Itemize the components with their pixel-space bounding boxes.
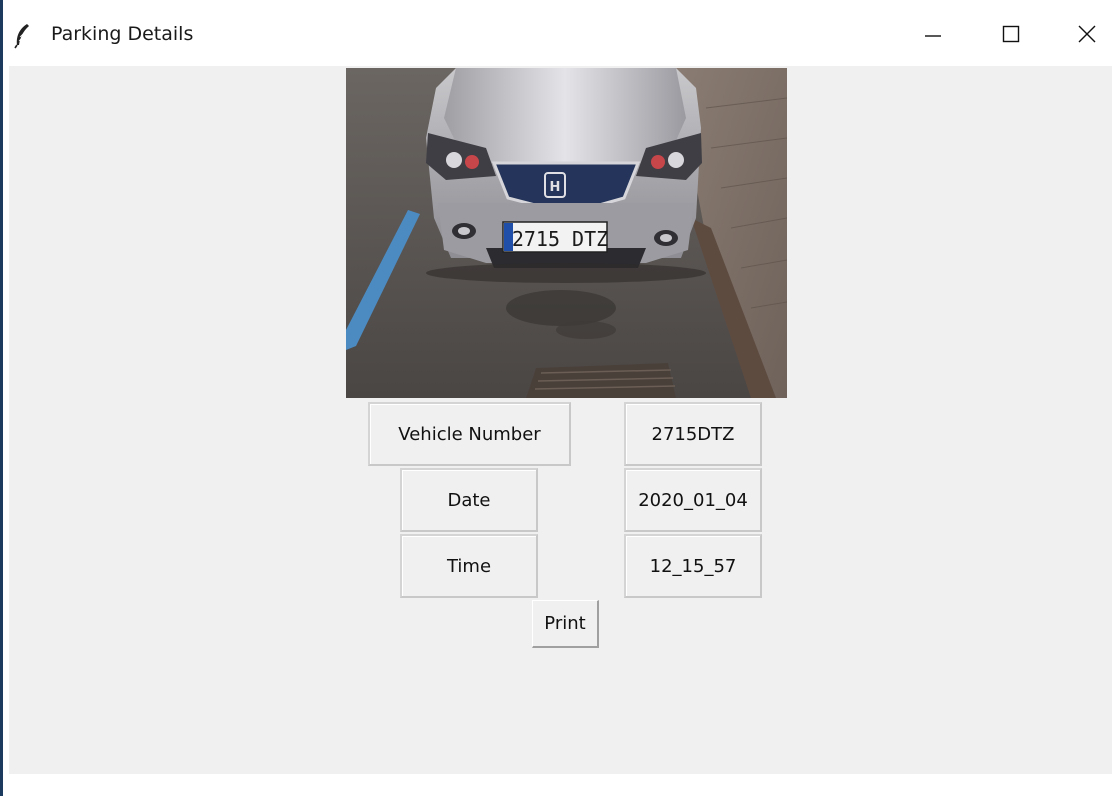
vehicle-number-label: Vehicle Number [368,402,571,466]
client-area: H 2715 DTZ Vehicle Number 2715DTZ Date 2… [9,66,1112,774]
car-front-image: H 2715 DTZ [346,68,787,398]
maximize-icon [1002,25,1020,43]
vehicle-number-value: 2715DTZ [624,402,762,466]
title-bar[interactable]: Parking Details [3,0,1114,66]
minimize-icon [925,35,941,37]
svg-text:H: H [550,180,561,195]
maximize-button[interactable] [981,12,1041,56]
close-button[interactable] [1057,12,1114,56]
window-title: Parking Details [51,23,194,45]
car-photo: H 2715 DTZ [346,68,787,398]
window-bottom-edge [3,774,1114,796]
date-value: 2020_01_04 [624,468,762,532]
time-value: 12_15_57 [624,534,762,598]
app-window: Parking Details H 2715 DTZ Vehicle Numbe… [0,0,1114,796]
date-label: Date [400,468,538,532]
plate-text: 2715 DTZ [512,227,608,251]
print-button[interactable]: Print [532,600,599,648]
minimize-button[interactable] [903,12,963,56]
feather-icon [14,24,29,49]
time-label: Time [400,534,538,598]
close-icon [1078,25,1096,43]
